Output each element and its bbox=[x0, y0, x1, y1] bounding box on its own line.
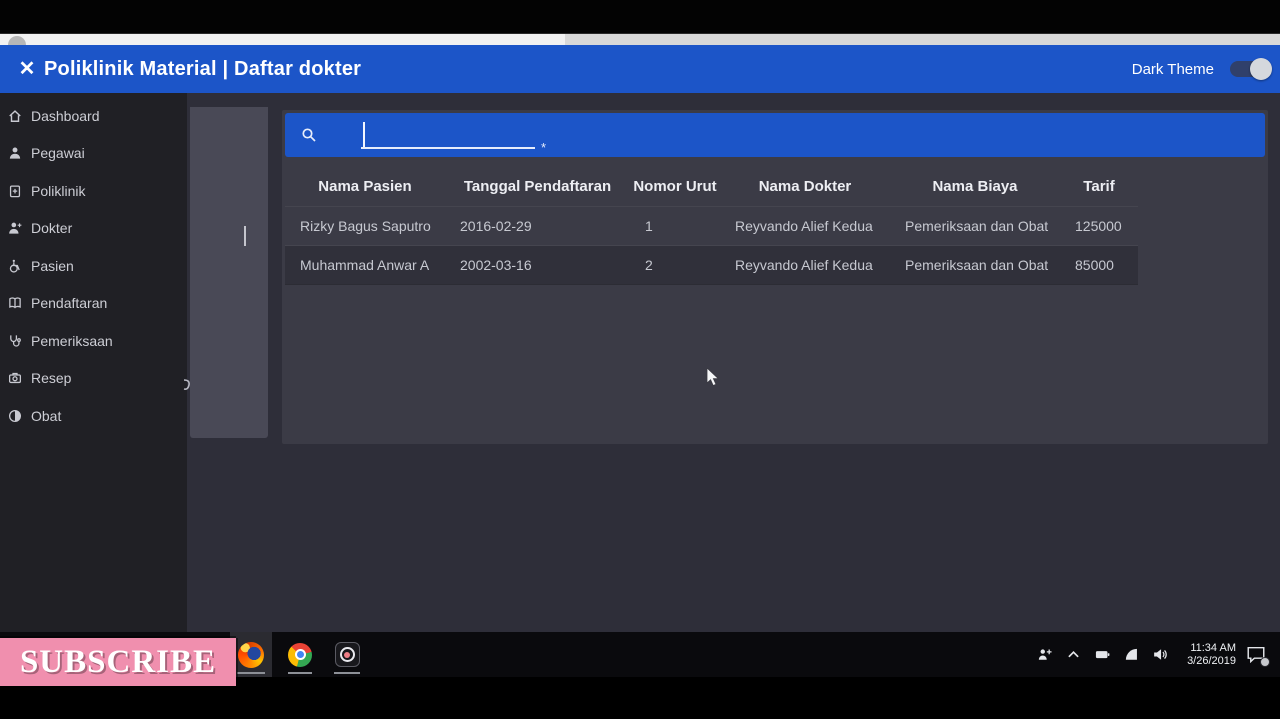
cell-nama-biaya: Pemeriksaan dan Obat bbox=[890, 206, 1060, 245]
taskbar-chrome-button[interactable] bbox=[279, 632, 321, 677]
medicine-icon bbox=[8, 409, 22, 423]
volume-icon[interactable] bbox=[1153, 647, 1168, 662]
subscribe-text: SUBSCRIBE bbox=[20, 644, 216, 681]
table-header-row: Nama Pasien Tanggal Pendaftaran Nomor Ur… bbox=[285, 168, 1138, 206]
content-card: * Nama Pasien Tanggal Pendaftaran Nomor … bbox=[282, 110, 1268, 444]
column-header-nama-biaya: Nama Biaya bbox=[890, 168, 1060, 206]
subscribe-watermark: SUBSCRIBE bbox=[0, 638, 236, 686]
column-header-nomor-urut: Nomor Urut bbox=[630, 168, 720, 206]
dark-theme-toggle[interactable] bbox=[1230, 61, 1270, 77]
chrome-icon bbox=[288, 643, 312, 667]
browser-window-edge bbox=[0, 33, 1280, 45]
column-header-tarif: Tarif bbox=[1060, 168, 1138, 206]
cell-tarif: 125000 bbox=[1060, 206, 1138, 245]
sidebar-item-dashboard[interactable]: Dashboard bbox=[0, 97, 187, 135]
sidebar-item-poliklinik[interactable]: Poliklinik bbox=[0, 172, 187, 210]
sidebar-item-label: Resep bbox=[31, 370, 71, 386]
app-header: ✕ Poliklinik Material | Daftar dokter Da… bbox=[0, 45, 1280, 93]
app-open-indicator bbox=[288, 672, 312, 674]
network-icon[interactable] bbox=[1124, 647, 1139, 662]
clinic-icon bbox=[8, 184, 22, 198]
sidebar-item-pemeriksaan[interactable]: Pemeriksaan bbox=[0, 322, 187, 360]
close-icon[interactable]: ✕ bbox=[10, 45, 44, 93]
cell-nomor-urut: 1 bbox=[630, 206, 720, 245]
stethoscope-icon bbox=[8, 334, 22, 348]
home-icon bbox=[8, 109, 22, 123]
drawer-panel bbox=[190, 107, 268, 438]
letterbox-top bbox=[0, 0, 1280, 33]
sidebar-item-obat[interactable]: Obat bbox=[0, 397, 187, 435]
cell-tanggal-pendaftaran: 2016-02-29 bbox=[445, 206, 630, 245]
battery-icon[interactable] bbox=[1095, 647, 1110, 662]
book-icon bbox=[8, 296, 22, 310]
screen: ✕ Poliklinik Material | Daftar dokter Da… bbox=[0, 0, 1280, 719]
sidebar-item-label: Dokter bbox=[31, 220, 72, 236]
sidebar-item-label: Dashboard bbox=[31, 108, 100, 124]
cell-nomor-urut: 2 bbox=[630, 245, 720, 284]
notification-badge bbox=[1260, 657, 1270, 667]
cell-nama-pasien: Muhammad Anwar A bbox=[285, 245, 445, 284]
patient-icon bbox=[8, 259, 22, 273]
registration-table: Nama Pasien Tanggal Pendaftaran Nomor Ur… bbox=[285, 168, 1138, 285]
search-icon bbox=[301, 127, 317, 143]
sidebar-item-label: Obat bbox=[31, 408, 61, 424]
sidebar-item-pasien[interactable]: Pasien bbox=[0, 247, 187, 285]
doctor-icon bbox=[8, 221, 22, 235]
sidebar-item-dokter[interactable]: Dokter bbox=[0, 210, 187, 248]
taskbar-recorder-button[interactable] bbox=[326, 632, 368, 677]
cell-nama-dokter: Reyvando Alief Kedua bbox=[720, 245, 890, 284]
dark-theme-label: Dark Theme bbox=[1132, 61, 1214, 78]
table-row[interactable]: Rizky Bagus Saputro 2016-02-29 1 Reyvand… bbox=[285, 206, 1138, 245]
system-tray: 11:34 AM 3/26/2019 bbox=[1030, 632, 1280, 677]
screen-recorder-icon bbox=[335, 642, 360, 667]
cell-nama-biaya: Pemeriksaan dan Obat bbox=[890, 245, 1060, 284]
header-right: Dark Theme bbox=[1132, 61, 1270, 78]
sidebar-item-label: Pemeriksaan bbox=[31, 333, 113, 349]
page-title: Poliklinik Material | Daftar dokter bbox=[44, 58, 361, 81]
app-open-indicator bbox=[237, 672, 265, 674]
taskbar-clock[interactable]: 11:34 AM 3/26/2019 bbox=[1187, 642, 1236, 668]
cell-tanggal-pendaftaran: 2002-03-16 bbox=[445, 245, 630, 284]
table-row[interactable]: Muhammad Anwar A 2002-03-16 2 Reyvando A… bbox=[285, 245, 1138, 284]
input-caret bbox=[363, 122, 365, 148]
sidebar: Dashboard Pegawai Poliklinik Dokter Pasi… bbox=[0, 93, 187, 632]
chevron-up-icon[interactable] bbox=[1066, 647, 1081, 662]
person-icon bbox=[8, 146, 22, 160]
column-header-tanggal-pendaftaran: Tanggal Pendaftaran bbox=[445, 168, 630, 206]
sidebar-item-label: Pendaftaran bbox=[31, 295, 107, 311]
required-marker: * bbox=[541, 140, 546, 155]
prescription-icon bbox=[8, 371, 22, 385]
cell-nama-pasien: Rizky Bagus Saputro bbox=[285, 206, 445, 245]
taskbar-firefox-button[interactable] bbox=[230, 632, 272, 677]
people-icon[interactable] bbox=[1037, 647, 1052, 662]
app-open-indicator bbox=[334, 672, 360, 674]
sidebar-item-resep[interactable]: Resep bbox=[0, 360, 187, 398]
search-input[interactable]: * bbox=[317, 113, 1265, 157]
cell-nama-dokter: Reyvando Alief Kedua bbox=[720, 206, 890, 245]
toggle-thumb-icon bbox=[1250, 58, 1272, 80]
notifications-icon[interactable] bbox=[1246, 646, 1266, 664]
app-body: Dashboard Pegawai Poliklinik Dokter Pasi… bbox=[0, 93, 1280, 632]
sidebar-item-label: Pegawai bbox=[31, 145, 85, 161]
input-underline bbox=[361, 147, 535, 149]
sidebar-item-label: Pasien bbox=[31, 258, 74, 274]
clock-time: 11:34 AM bbox=[1187, 642, 1236, 655]
sidebar-item-pendaftaran[interactable]: Pendaftaran bbox=[0, 285, 187, 323]
sidebar-item-label: Poliklinik bbox=[31, 183, 85, 199]
text-caret bbox=[244, 226, 246, 246]
cell-tarif: 85000 bbox=[1060, 245, 1138, 284]
taskbar-apps bbox=[230, 632, 368, 677]
column-header-nama-pasien: Nama Pasien bbox=[285, 168, 445, 206]
partial-glyph bbox=[183, 377, 193, 391]
sidebar-item-pegawai[interactable]: Pegawai bbox=[0, 135, 187, 173]
clock-date: 3/26/2019 bbox=[1187, 655, 1236, 668]
search-bar: * bbox=[285, 113, 1265, 157]
firefox-icon bbox=[238, 642, 264, 668]
column-header-nama-dokter: Nama Dokter bbox=[720, 168, 890, 206]
